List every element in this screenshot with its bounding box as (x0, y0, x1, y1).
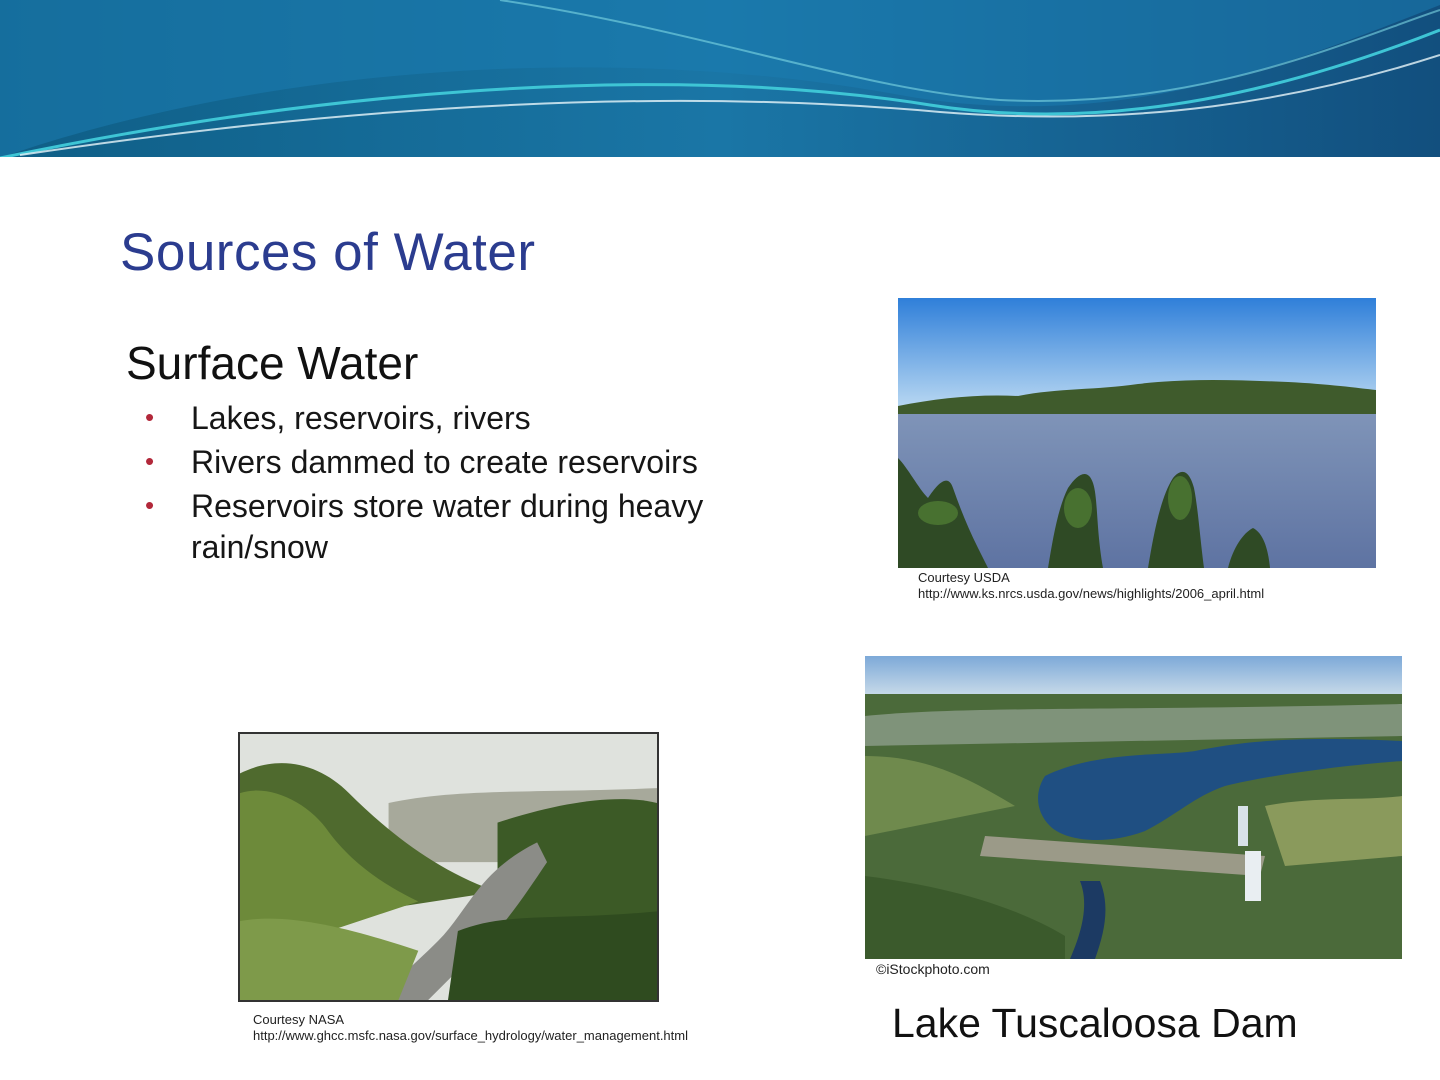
river-photo-credit: Courtesy NASA http://www.ghcc.msfc.nasa.… (253, 1012, 693, 1044)
credit-line: Courtesy NASA (253, 1012, 345, 1027)
river-valley-photo (238, 732, 659, 1002)
dam-aerial-photo (865, 656, 1402, 959)
lake-photo-credit: Courtesy USDA http://www.ks.nrcs.usda.go… (918, 570, 1264, 602)
lake-photo (898, 298, 1376, 568)
bullet-item: • Rivers dammed to create reservoirs (145, 442, 845, 483)
section-heading: Surface Water (126, 337, 419, 389)
credit-line: Courtesy USDA (918, 570, 1010, 585)
slide-title: Sources of Water (120, 223, 536, 282)
bullet-dot-icon: • (145, 402, 155, 432)
dam-photo-credit: ©iStockphoto.com (876, 961, 990, 977)
bullet-item: • Lakes, reservoirs, rivers (145, 398, 845, 439)
bullet-list: • Lakes, reservoirs, rivers • Rivers dam… (145, 398, 845, 571)
bullet-text: Lakes, reservoirs, rivers (191, 400, 531, 436)
bullet-dot-icon: • (145, 490, 155, 520)
bullet-item: • Reservoirs store water during heavy ra… (145, 486, 845, 568)
credit-url: http://www.ks.nrcs.usda.gov/news/highlig… (918, 586, 1265, 601)
header-wave-banner (0, 0, 1440, 158)
bullet-text: Reservoirs store water during heavy rain… (191, 488, 704, 565)
bullet-text: Rivers dammed to create reservoirs (191, 444, 698, 480)
bullet-dot-icon: • (145, 446, 155, 476)
dam-caption: Lake Tuscaloosa Dam (892, 1000, 1298, 1046)
credit-url: http://www.ghcc.msfc.nasa.gov/surface_hy… (253, 1028, 688, 1043)
